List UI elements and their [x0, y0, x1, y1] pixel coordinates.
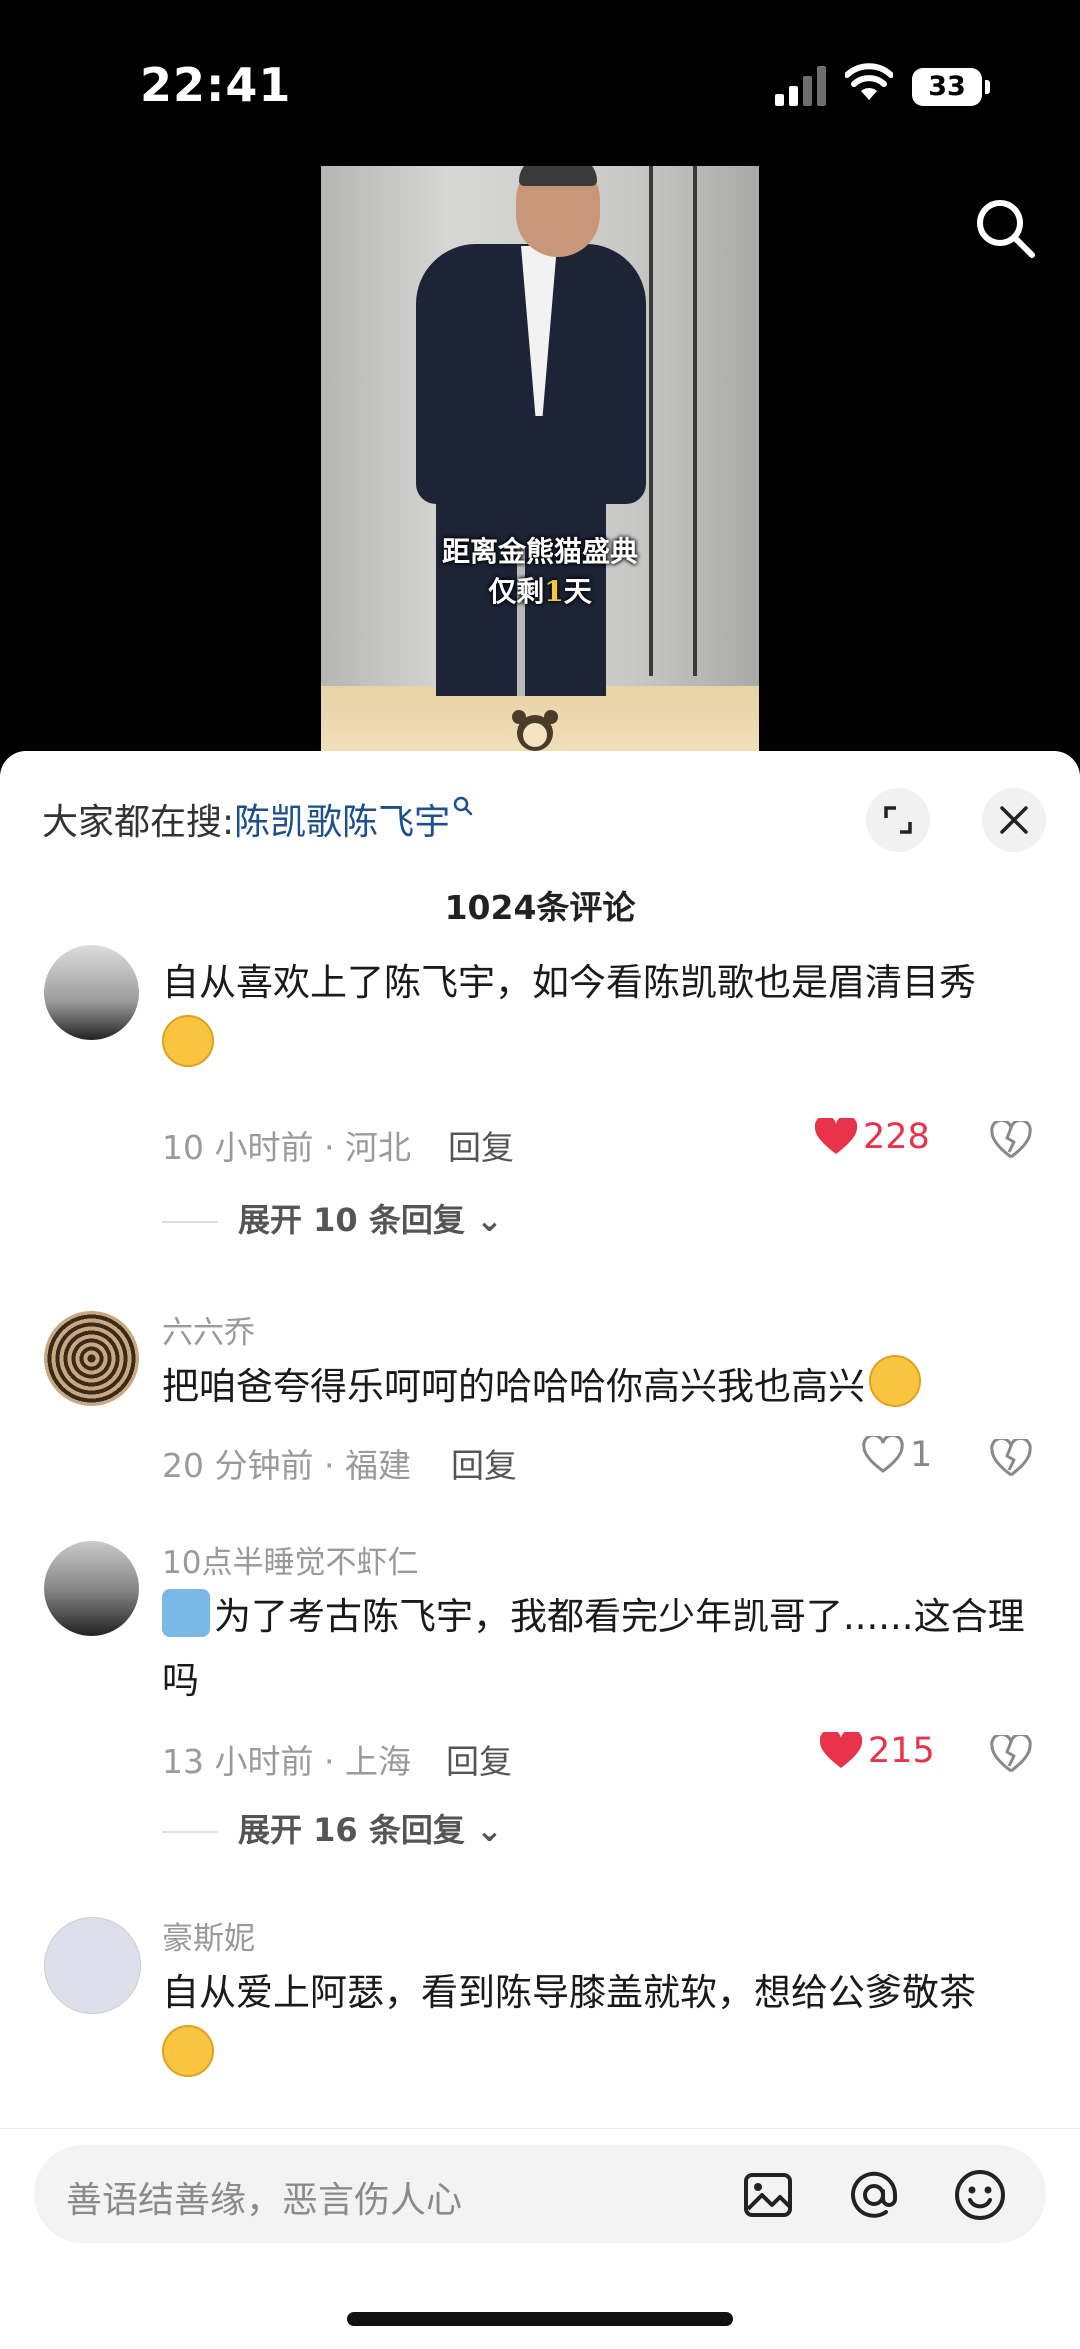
expand-fullscreen-button[interactable]: [866, 788, 930, 852]
person-hair: [519, 166, 597, 186]
comments-sheet: 大家都在搜:陈凯歌陈飞宇 1024条评论 自从喜欢上了陈飞宇，如今看陈凯歌也是眉…: [0, 751, 1080, 2348]
like-button[interactable]: 228: [814, 1115, 930, 1157]
avatar[interactable]: [44, 945, 139, 1040]
avatar[interactable]: [44, 1917, 141, 2014]
caption-suffix: 天: [563, 575, 592, 608]
heart-outline-icon: [862, 1433, 904, 1473]
comment-text-body: 为了考古陈飞宇，我都看完少年凯哥了......这合理吗: [162, 1595, 1025, 1702]
crying-face-emoji-icon: [162, 1015, 214, 1067]
search-icon[interactable]: [970, 193, 1040, 263]
comments-count-title: 1024条评论: [444, 888, 636, 927]
video-caption-line2: 仅剩1天: [321, 572, 759, 612]
expand-divider: [162, 1831, 218, 1833]
dancing-emoji-icon: [162, 1589, 210, 1637]
close-button[interactable]: [982, 788, 1046, 852]
comment-username[interactable]: 六六乔: [162, 1307, 255, 1352]
like-button[interactable]: 1: [862, 1433, 933, 1475]
laughing-face-emoji-icon: [869, 1355, 921, 1407]
reply-button[interactable]: 回复: [446, 1735, 512, 1783]
mention-icon[interactable]: [846, 2167, 902, 2223]
comment-text-body: 自从喜欢上了陈飞宇，如今看陈凯歌也是眉清目秀: [162, 961, 976, 1004]
comment-meta: 10 小时前 · 河北: [162, 1128, 411, 1167]
chevron-down-icon: ⌄: [475, 1201, 503, 1239]
trending-search-keyword[interactable]: 陈凯歌陈飞宇: [234, 802, 450, 843]
dislike-icon[interactable]: [990, 1121, 1032, 1161]
heart-filled-icon: [814, 1115, 858, 1154]
battery-tip: [985, 80, 990, 94]
battery-icon: 33: [912, 68, 982, 106]
comment-text: 自从爱上阿瑟，看到陈导膝盖就软，想给公爹敬茶: [162, 1961, 1042, 2089]
expand-replies-button[interactable]: 展开 16 条回复 ⌄: [162, 1805, 503, 1851]
comment-input[interactable]: 善语结善缘，恶言伤人心: [34, 2145, 1046, 2243]
comment-text: 为了考古陈飞宇，我都看完少年凯哥了......这合理吗: [162, 1585, 1042, 1713]
dislike-icon[interactable]: [990, 1735, 1032, 1775]
like-count: 1: [910, 1435, 933, 1475]
emoji-icon[interactable]: [952, 2167, 1008, 2223]
close-icon: [1000, 806, 1028, 834]
image-icon[interactable]: [740, 2167, 796, 2223]
expand-replies-label: 展开 10 条回复: [238, 1201, 465, 1239]
comment-text-body: 自从爱上阿瑟，看到陈导膝盖就软，想给公爹敬茶: [162, 1971, 976, 2014]
video-caption-line1: 距离金熊猫盛典: [441, 535, 638, 568]
trending-search[interactable]: 大家都在搜:陈凯歌陈飞宇: [42, 793, 474, 845]
status-bar: 22:41 33: [0, 0, 1080, 170]
small-search-icon: [453, 796, 473, 816]
avatar[interactable]: [44, 1541, 139, 1636]
caption-number: 1: [544, 575, 564, 608]
like-count: 228: [863, 1117, 930, 1157]
reply-button[interactable]: 回复: [448, 1121, 514, 1169]
comment-username[interactable]: 豪斯妮: [162, 1913, 255, 1958]
wifi-icon: [845, 63, 893, 100]
tears-of-joy-emoji-icon: [162, 2025, 214, 2077]
comment-text-body: 把咱爸夸得乐呵呵的哈哈哈你高兴我也高兴: [162, 1365, 865, 1408]
comment-meta: 13 小时前 · 上海: [162, 1742, 411, 1781]
caption-prefix: 仅剩: [488, 575, 545, 608]
avatar[interactable]: [44, 1311, 139, 1406]
heart-filled-icon: [819, 1729, 863, 1768]
comment-meta: 20 分钟前 · 福建: [162, 1446, 411, 1485]
dislike-icon[interactable]: [990, 1439, 1032, 1479]
like-count: 215: [868, 1731, 935, 1771]
cellular-signal-icon: [775, 66, 826, 106]
expand-icon: [884, 806, 912, 834]
like-button[interactable]: 215: [819, 1729, 935, 1771]
expand-divider: [162, 1221, 218, 1223]
comment-username[interactable]: 10点半睡觉不虾仁: [162, 1537, 418, 1582]
comment-text: 自从喜欢上了陈飞宇，如今看陈凯歌也是眉清目秀: [162, 951, 1042, 1079]
reply-button[interactable]: 回复: [451, 1439, 517, 1487]
panda-logo-icon: [512, 710, 558, 751]
home-indicator[interactable]: [347, 2312, 733, 2326]
video-caption: 距离金熊猫盛典 仅剩1天: [321, 532, 759, 612]
expand-replies-button[interactable]: 展开 10 条回复 ⌄: [162, 1195, 503, 1241]
trending-search-label: 大家都在搜:: [42, 802, 235, 843]
status-time: 22:41: [140, 58, 292, 112]
chevron-down-icon: ⌄: [475, 1811, 503, 1849]
video-player[interactable]: [321, 166, 759, 756]
comment-input-placeholder: 善语结善缘，恶言伤人心: [66, 2180, 463, 2221]
comment-text: 把咱爸夸得乐呵呵的哈哈哈你高兴我也高兴: [162, 1355, 1042, 1419]
expand-replies-label: 展开 16 条回复: [238, 1811, 465, 1849]
battery-level: 33: [928, 71, 966, 102]
